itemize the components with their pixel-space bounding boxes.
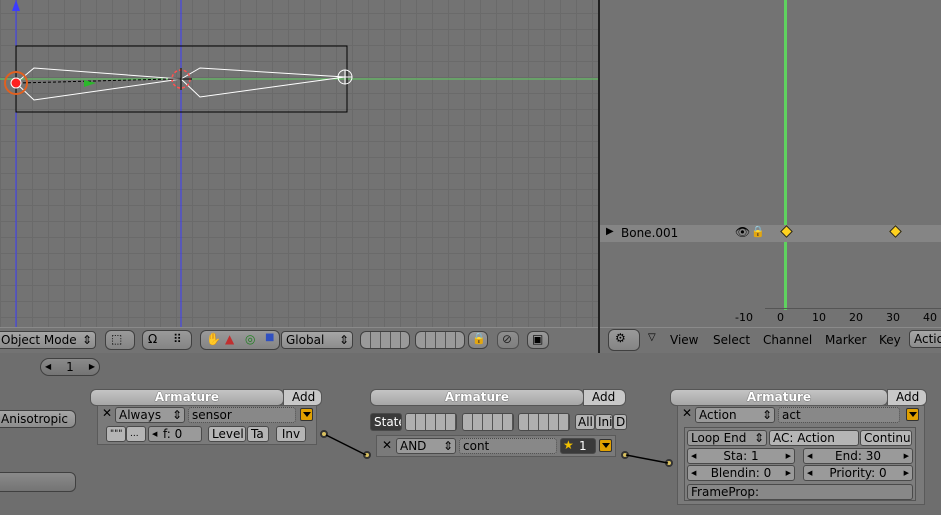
timeline-ruler bbox=[765, 308, 941, 309]
parent-line bbox=[17, 78, 171, 84]
editor-type-button[interactable]: ⚙ bbox=[608, 329, 640, 351]
tick-label: 40 bbox=[923, 311, 937, 324]
updown-icon: ⇕ bbox=[81, 333, 92, 347]
action-editor-icon: ⚙ bbox=[615, 331, 626, 345]
link-controller-actuator bbox=[625, 454, 669, 464]
menu-key[interactable]: Key bbox=[879, 332, 901, 348]
snap-grid-icon: ⠿ bbox=[173, 332, 182, 346]
draw-type-button[interactable]: ⬚ bbox=[105, 330, 135, 350]
updown-icon: ⇕ bbox=[338, 333, 349, 347]
menu-view[interactable]: View bbox=[670, 332, 698, 348]
rotate-icon: ◎ bbox=[245, 332, 256, 346]
scale-icon: ■ bbox=[265, 332, 275, 343]
magnet-icon: Ω bbox=[148, 332, 158, 346]
logic-links bbox=[325, 434, 669, 464]
orientation-label: Global bbox=[286, 333, 325, 347]
mode-select[interactable]: Object Mode ⇕ bbox=[0, 331, 96, 349]
bone-1 bbox=[15, 67, 182, 101]
layer-buttons-1[interactable] bbox=[360, 331, 410, 349]
current-frame-line bbox=[784, 0, 787, 310]
tick-label: 10 bbox=[812, 311, 826, 324]
menu-channel[interactable]: Channel bbox=[763, 332, 812, 348]
image-icon: ▣ bbox=[532, 332, 544, 346]
menu-select[interactable]: Select bbox=[713, 332, 750, 348]
tick-label: -10 bbox=[735, 311, 753, 324]
viewport-scene bbox=[0, 0, 598, 327]
orientation-select[interactable]: Global ⇕ bbox=[281, 331, 353, 349]
tick-label: 0 bbox=[777, 311, 784, 324]
hand-icon: ✋ bbox=[206, 332, 221, 346]
keyframe-1[interactable] bbox=[780, 225, 793, 238]
link-button[interactable]: ⊘ bbox=[497, 331, 519, 349]
pivot-snap-buttons[interactable]: Ω ⠿ bbox=[142, 330, 192, 350]
mode-select-label: Object Mode bbox=[1, 333, 77, 347]
tick-label: 30 bbox=[886, 311, 900, 324]
channel-row[interactable]: ▶ Bone.001 👁 🔒 bbox=[600, 225, 941, 242]
eye-icon[interactable]: 👁 bbox=[735, 225, 750, 239]
lock-icon[interactable]: 🔒 bbox=[751, 225, 765, 238]
render-button[interactable]: ▣ bbox=[527, 331, 549, 349]
translate-icon: ▲ bbox=[225, 332, 235, 346]
menu-collapse-icon[interactable]: ▽ bbox=[648, 332, 656, 343]
keyframe-2[interactable] bbox=[889, 225, 902, 238]
layer-buttons-2[interactable] bbox=[415, 331, 465, 349]
bone-2 bbox=[180, 67, 346, 98]
lock-icon: 🔒 bbox=[472, 332, 486, 345]
expand-triangle-icon[interactable]: ▶ bbox=[606, 226, 614, 237]
z-axis-arrow bbox=[12, 0, 20, 11]
editor-mode-select[interactable]: Action bbox=[909, 330, 941, 348]
cube-icon: ⬚ bbox=[111, 332, 123, 346]
editor-mode-label: Action bbox=[914, 332, 941, 346]
tick-label: 20 bbox=[849, 311, 863, 324]
menu-marker[interactable]: Marker bbox=[825, 332, 866, 348]
link-sensor-controller bbox=[325, 434, 367, 456]
action-editor[interactable]: ▶ Bone.001 👁 🔒 -10 0 10 20 30 40 bbox=[600, 0, 941, 327]
channel-name: Bone.001 bbox=[621, 226, 679, 240]
logic-editor: ◀ 1 ▶ Anisotropic Armature Add ✕ Always ⇕… bbox=[0, 353, 941, 515]
object-origin bbox=[10, 77, 22, 89]
link-icon: ⊘ bbox=[502, 332, 513, 346]
lock-layer-button[interactable]: 🔒 bbox=[468, 331, 488, 349]
viewport-header: Object Mode ⇕ ⬚ Ω ⠿ ✋ ▲ ◎ ■ Global ⇕ 🔒 ⊘ … bbox=[0, 327, 598, 353]
manipulator-buttons[interactable]: ✋ ▲ ◎ ■ bbox=[200, 330, 280, 350]
3d-viewport[interactable] bbox=[0, 0, 598, 327]
